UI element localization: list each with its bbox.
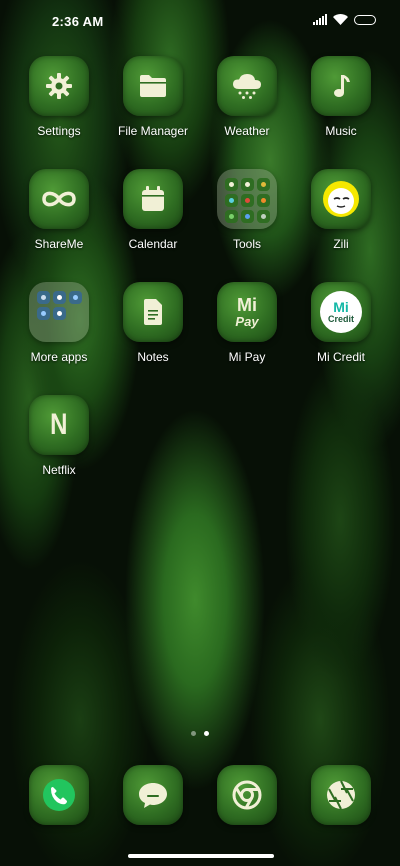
app-label: Calendar — [128, 237, 178, 251]
zili-face-icon — [311, 169, 371, 229]
page-indicator — [0, 731, 400, 736]
chrome-icon — [217, 765, 277, 825]
app-label: Settings — [37, 124, 81, 138]
app-weather[interactable]: Weather — [199, 56, 295, 138]
mi-credit-logo-top: Mi — [333, 298, 349, 315]
battery-icon — [354, 14, 376, 25]
folder-grid-icon — [29, 282, 89, 342]
app-label: ShareMe — [34, 237, 84, 251]
wifi-icon — [333, 14, 348, 25]
app-label: Mi Credit — [316, 350, 365, 364]
mi-pay-logo-bottom: Pay — [235, 313, 259, 329]
signal-icon — [313, 14, 327, 25]
app-calendar[interactable]: Calendar — [105, 169, 201, 251]
app-label: Mi Pay — [228, 350, 266, 364]
dock-phone[interactable] — [11, 765, 107, 825]
netflix-n-icon: N — [29, 395, 89, 455]
folder-icon — [123, 56, 183, 116]
gear-icon — [29, 56, 89, 116]
app-music[interactable]: Music — [293, 56, 389, 138]
status-icons — [313, 14, 376, 25]
app-label: Weather — [224, 124, 270, 138]
app-label: Tools — [232, 237, 261, 251]
camera-aperture-icon — [311, 765, 371, 825]
dock-camera[interactable] — [293, 765, 389, 825]
snow-cloud-icon — [217, 56, 277, 116]
page-dot[interactable] — [191, 731, 196, 736]
netflix-logo: N — [50, 408, 68, 441]
app-file-manager[interactable]: File Manager — [105, 56, 201, 138]
mi-credit-icon: Mi Credit — [311, 282, 371, 342]
mi-pay-logo-top: Mi — [237, 294, 257, 315]
app-label: More apps — [30, 350, 88, 364]
app-zili[interactable]: Zili — [293, 169, 389, 251]
app-more-apps-folder[interactable]: More apps — [11, 282, 107, 364]
dock-browser[interactable] — [199, 765, 295, 825]
folder-grid-icon — [217, 169, 277, 229]
message-bubble-icon — [123, 765, 183, 825]
page-dot-active[interactable] — [204, 731, 209, 736]
app-label: Netflix — [42, 463, 76, 477]
app-mi-credit[interactable]: Mi Credit Mi Credit — [293, 282, 389, 364]
infinity-icon — [29, 169, 89, 229]
app-label: Music — [325, 124, 357, 138]
app-label: Zili — [333, 237, 349, 251]
music-note-icon — [311, 56, 371, 116]
note-icon — [123, 282, 183, 342]
calendar-icon — [123, 169, 183, 229]
dock-messages[interactable] — [105, 765, 201, 825]
app-tools-folder[interactable]: Tools — [199, 169, 295, 251]
app-shareme[interactable]: ShareMe — [11, 169, 107, 251]
app-notes[interactable]: Notes — [105, 282, 201, 364]
phone-icon — [29, 765, 89, 825]
app-netflix[interactable]: N Netflix — [11, 395, 107, 477]
home-indicator[interactable] — [128, 854, 274, 858]
app-label: Notes — [137, 350, 169, 364]
status-bar: 2:36 AM — [0, 0, 400, 44]
app-label: File Manager — [117, 124, 189, 138]
mi-credit-logo-bottom: Credit — [327, 313, 354, 324]
app-settings[interactable]: Settings — [11, 56, 107, 138]
mi-pay-icon: Mi Pay — [217, 282, 277, 342]
app-mi-pay[interactable]: Mi Pay Mi Pay — [199, 282, 295, 364]
status-time: 2:36 AM — [52, 14, 104, 29]
